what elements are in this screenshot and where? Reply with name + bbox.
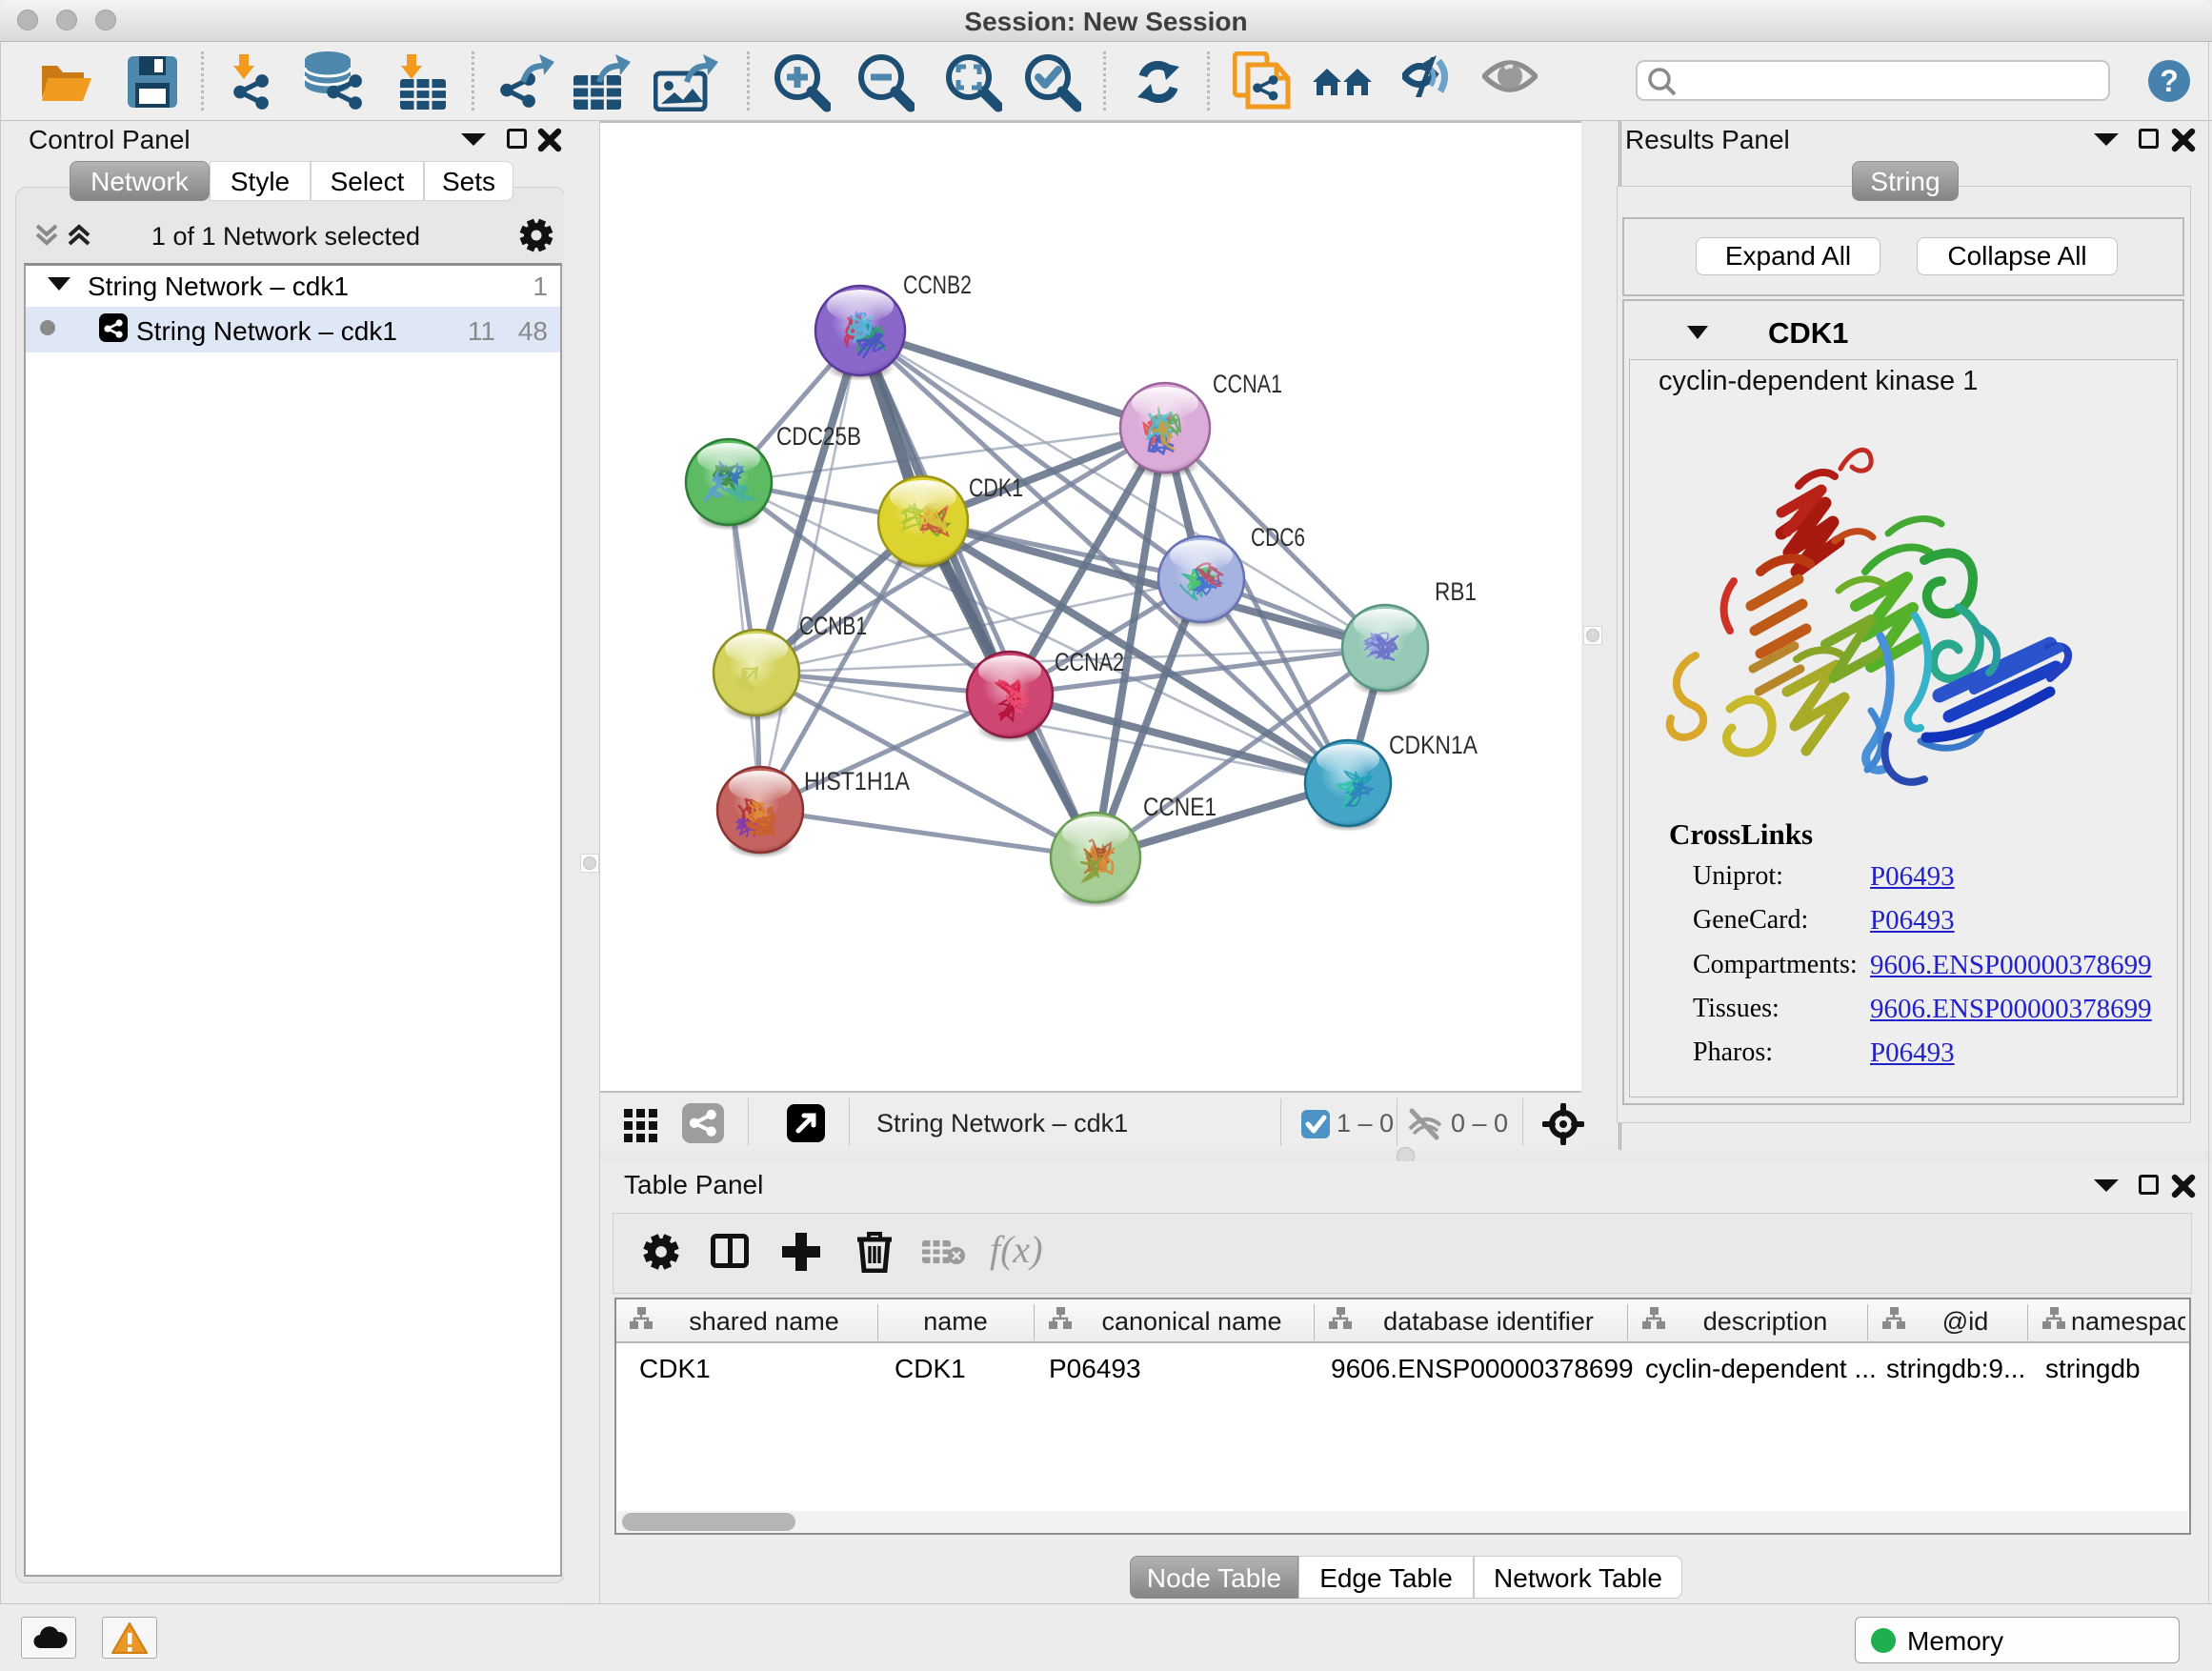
svg-text:CCNB2: CCNB2	[903, 271, 972, 299]
svg-text:HIST1H1A: HIST1H1A	[804, 767, 910, 795]
svg-text:CCNA1: CCNA1	[1213, 370, 1282, 398]
svg-text:CCNE1: CCNE1	[1143, 793, 1217, 821]
svg-text:?: ?	[2160, 64, 2179, 98]
svg-text:CDC6: CDC6	[1251, 523, 1305, 552]
svg-text:CDKN1A: CDKN1A	[1389, 731, 1478, 759]
svg-text:RB1: RB1	[1435, 577, 1477, 606]
svg-text:CDK1: CDK1	[969, 473, 1023, 502]
svg-text:CDC25B: CDC25B	[776, 422, 861, 451]
svg-text:CCNB1: CCNB1	[799, 612, 867, 640]
svg-text:CCNA2: CCNA2	[1055, 648, 1124, 676]
